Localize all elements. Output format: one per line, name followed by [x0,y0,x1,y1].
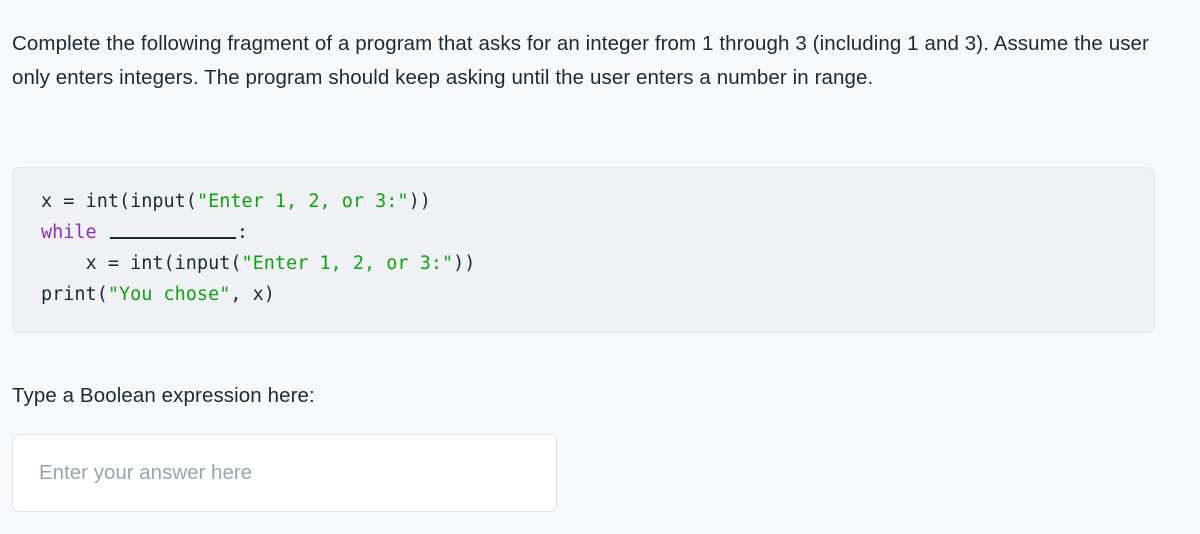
answer-input[interactable] [12,434,557,512]
answer-field-label: Type a Boolean expression here: [12,384,315,407]
code-token-keyword-while: while [41,222,97,243]
code-line-4: print("You chose", x) [41,279,1154,310]
code-token-plain: )) [453,253,476,274]
code-blank-placeholder [109,221,236,239]
code-token-colon: : [236,222,248,243]
code-token-string: "You chose" [107,284,231,305]
code-token-plain: , x) [230,284,275,305]
code-token-string: "Enter 1, 2, or 3:" [196,191,409,212]
code-line-1: x = int(input("Enter 1, 2, or 3:")) [41,186,1154,217]
code-line-3: x = int(input("Enter 1, 2, or 3:")) [41,248,1154,279]
code-token-plain: print( [41,284,108,305]
code-token-string: "Enter 1, 2, or 3:" [241,253,454,274]
question-prompt: Complete the following fragment of a pro… [12,31,1149,89]
code-line-2: while : [41,217,1154,248]
code-token-plain: )) [408,191,431,212]
code-token-plain: x = int(input( [85,253,242,274]
answer-input-container [12,434,557,512]
exercise-page: Complete the following fragment of a pro… [0,0,1200,534]
code-token-plain: x = int(input( [41,191,197,212]
code-snippet-block: x = int(input("Enter 1, 2, or 3:")) whil… [12,167,1155,333]
